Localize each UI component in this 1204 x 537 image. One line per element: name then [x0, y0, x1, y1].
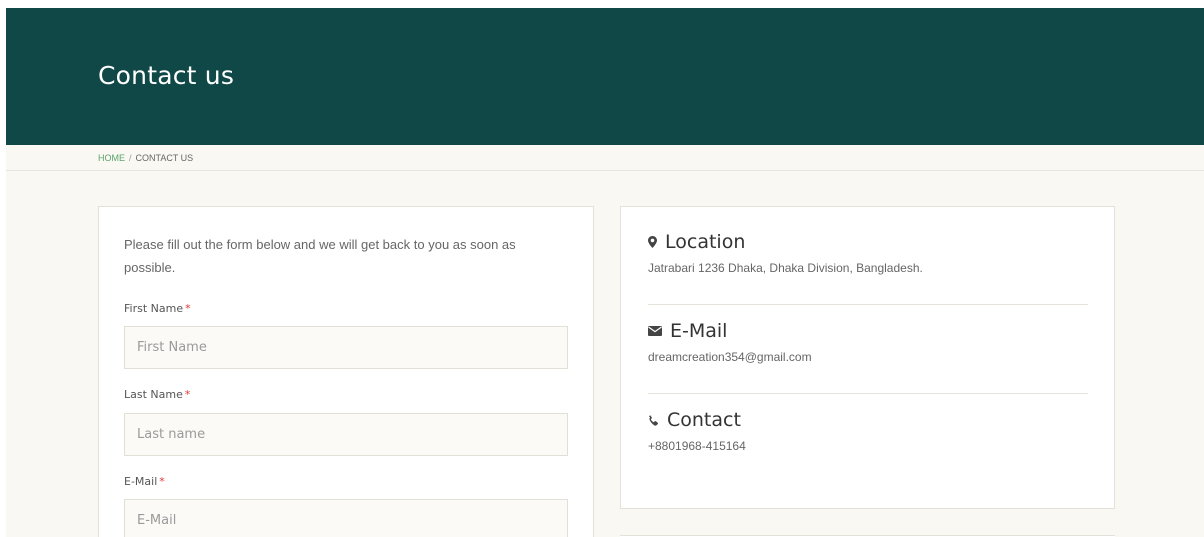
contact-block: Contact +8801968-415164: [648, 409, 1088, 453]
envelope-icon: [648, 326, 662, 336]
first-name-label: First Name *: [124, 302, 191, 315]
first-name-field[interactable]: [124, 326, 568, 369]
phone-icon: [649, 414, 659, 426]
divider: [648, 304, 1088, 305]
page: Contact us HOME / CONTACT US Please fill o…: [6, 8, 1204, 537]
map-marker-icon: [648, 236, 657, 248]
email-block: E-Mail dreamcreation354@gmail.com: [648, 320, 1088, 364]
location-text: Jatrabari 1236 Dhaka, Dhaka Division, Ba…: [648, 261, 923, 275]
page-header: Contact us: [6, 8, 1204, 145]
last-name-label: Last Name *: [124, 388, 191, 401]
divider: [648, 393, 1088, 394]
contact-form: Please fill out the form below and we wi…: [98, 206, 594, 537]
email-label: E-Mail *: [124, 475, 165, 488]
required-mark: *: [159, 475, 165, 488]
breadcrumb-separator: /: [129, 153, 132, 163]
email-field[interactable]: [124, 499, 568, 537]
email-text[interactable]: dreamcreation354@gmail.com: [648, 350, 1088, 364]
location-block: Location Jatrabari 1236 Dhaka, Dhaka Div…: [648, 231, 1088, 275]
breadcrumb-current: CONTACT US: [135, 153, 194, 163]
breadcrumb-home-link[interactable]: HOME: [98, 153, 125, 163]
email-title: E-Mail: [670, 320, 728, 342]
breadcrumb: HOME / CONTACT US: [6, 145, 1204, 171]
location-title: Location: [665, 231, 746, 253]
last-name-field[interactable]: [124, 413, 568, 456]
form-intro: Please fill out the form below and we wi…: [124, 237, 516, 275]
contact-text[interactable]: +8801968-415164: [648, 439, 1088, 453]
required-mark: *: [184, 388, 191, 401]
required-mark: *: [185, 302, 191, 315]
page-title: Contact us: [98, 61, 235, 90]
contact-info-card: Location Jatrabari 1236 Dhaka, Dhaka Div…: [620, 206, 1115, 509]
contact-title: Contact: [667, 409, 741, 431]
